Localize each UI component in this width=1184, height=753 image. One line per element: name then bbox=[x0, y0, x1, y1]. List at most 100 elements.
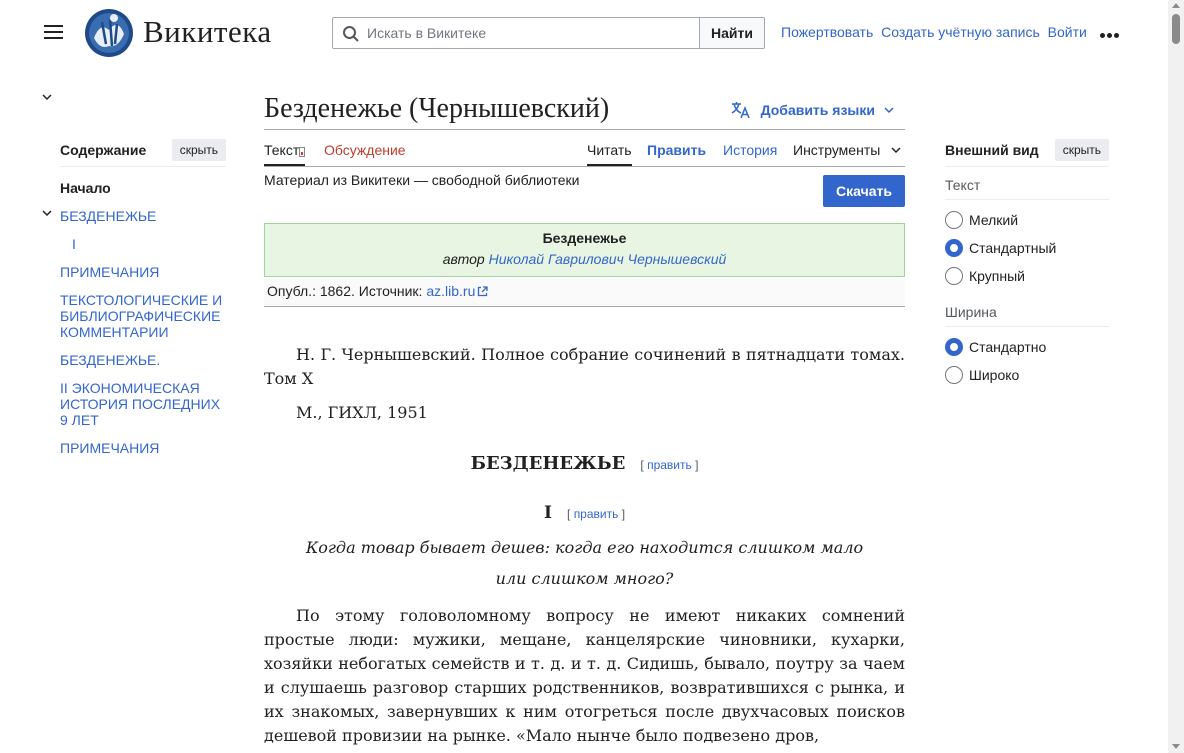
search-field[interactable] bbox=[332, 17, 700, 49]
main-content: Безденежье (Чернышевский) Добавить языки… bbox=[264, 90, 905, 745]
radio-label: Мелкий bbox=[969, 212, 1019, 228]
appearance-header: Внешний вид скрыть bbox=[945, 137, 1109, 167]
toc-item-section-i[interactable]: I bbox=[72, 236, 238, 252]
radio-icon[interactable] bbox=[945, 366, 963, 384]
tab-edit[interactable]: Править bbox=[647, 142, 706, 158]
toc-header: Содержание скрыть bbox=[60, 137, 226, 167]
search-button[interactable]: Найти bbox=[699, 17, 765, 49]
tab-read[interactable]: Читать bbox=[587, 142, 632, 166]
heading-text: БЕЗДЕНЕЖЬЕ bbox=[470, 453, 626, 474]
radio-selected-icon[interactable] bbox=[945, 338, 963, 356]
radio-selected-icon[interactable] bbox=[945, 239, 963, 257]
page-badge-icon bbox=[299, 147, 306, 157]
scroll-up-icon[interactable] bbox=[1172, 3, 1180, 8]
radio-icon[interactable] bbox=[945, 211, 963, 229]
toc-title: Содержание bbox=[60, 141, 147, 158]
page-title: Безденежье (Чернышевский) bbox=[264, 93, 610, 124]
text-size-standard[interactable]: Стандартный bbox=[945, 234, 1109, 262]
work-author: автор Николай Гаврилович Чернышевский bbox=[265, 251, 904, 267]
text-size-options: Мелкий Стандартный Крупный bbox=[945, 206, 1109, 290]
donate-link[interactable]: Пожертвовать bbox=[781, 24, 873, 40]
translate-icon bbox=[731, 102, 750, 119]
create-account-link[interactable]: Создать учётную запись bbox=[881, 24, 1040, 40]
edit-section-link[interactable]: [ править ] bbox=[640, 458, 698, 472]
body-paragraph: По этому головоломному вопросу не имеют … bbox=[264, 606, 905, 745]
work-header-box: Безденежье автор Николай Гаврилович Черн… bbox=[264, 223, 905, 277]
toc-item-bezdenezhye-2[interactable]: БЕЗДЕНЕЖЬЕ. bbox=[60, 352, 226, 368]
login-link[interactable]: Войти bbox=[1048, 24, 1087, 40]
source-link[interactable]: az.lib.ru bbox=[426, 283, 489, 299]
edit-section-link[interactable]: [ править ] bbox=[567, 507, 625, 521]
search-icon bbox=[343, 26, 359, 42]
section-number: I bbox=[543, 503, 552, 523]
menu-icon-bar bbox=[44, 31, 63, 33]
toc-item-economic-history[interactable]: II ЭКОНОМИЧЕСКАЯ ИСТОРИЯ ПОСЛЕДНИХ 9 ЛЕТ bbox=[60, 380, 226, 428]
external-link-icon bbox=[478, 286, 489, 297]
add-languages-button[interactable]: Добавить языки bbox=[731, 101, 905, 119]
width-options: Стандартно Широко bbox=[945, 333, 1109, 389]
menu-icon-bar bbox=[44, 25, 63, 27]
tab-text[interactable]: Текст bbox=[264, 142, 306, 166]
title-row: Безденежье (Чернышевский) Добавить языки bbox=[264, 90, 905, 130]
appearance-title: Внешний вид bbox=[945, 141, 1039, 158]
tab-text-label: Текст bbox=[264, 142, 300, 158]
tab-tools[interactable]: Инструменты bbox=[793, 142, 902, 158]
site-wordmark[interactable]: Викитека bbox=[143, 14, 272, 50]
chevron-down-icon[interactable] bbox=[41, 91, 53, 103]
source-link-label: az.lib.ru bbox=[426, 283, 476, 299]
width-label: Ширина bbox=[945, 298, 1109, 327]
menu-icon-bar bbox=[44, 37, 63, 39]
work-title: Безденежье bbox=[542, 230, 627, 246]
appearance-hide-button[interactable]: скрыть bbox=[1054, 138, 1109, 161]
edit-link-label[interactable]: править bbox=[647, 458, 692, 472]
page-tabs: Текст Обсуждение Читать Править История … bbox=[264, 130, 905, 167]
text-size-small[interactable]: Мелкий bbox=[945, 206, 1109, 234]
toc-hide-button[interactable]: скрыть bbox=[171, 138, 226, 161]
more-options-icon[interactable] bbox=[1100, 25, 1122, 41]
radio-icon[interactable] bbox=[945, 267, 963, 285]
add-languages-label: Добавить языки bbox=[760, 102, 875, 118]
tab-discussion[interactable]: Обсуждение bbox=[324, 142, 406, 158]
toc-item-bezdenezhye[interactable]: БЕЗДЕНЕЖЬЕ bbox=[60, 208, 226, 224]
text-size-large[interactable]: Крупный bbox=[945, 262, 1109, 290]
text-size-label: Текст bbox=[945, 171, 1109, 200]
chevron-down-icon bbox=[891, 147, 901, 154]
publication-line: Опубл.: 1862. Источник: az.lib.ru bbox=[264, 279, 905, 307]
radio-label: Крупный bbox=[969, 268, 1025, 284]
epigraph-line-2: или слишком много? bbox=[495, 569, 674, 588]
toc-item-comments[interactable]: ТЕКСТОЛОГИЧЕСКИЕ И БИБЛИОГРАФИЧЕСКИЕ КОМ… bbox=[60, 292, 226, 340]
radio-label: Стандартный bbox=[969, 240, 1057, 256]
search-input[interactable] bbox=[367, 18, 693, 48]
tab-tools-label: Инструменты bbox=[793, 142, 881, 158]
user-links: Пожертвовать Создать учётную запись Войт… bbox=[781, 24, 1091, 40]
author-prefix: автор bbox=[442, 251, 485, 267]
heading-section-i: I [ править ] bbox=[264, 501, 905, 526]
tab-history[interactable]: История bbox=[723, 142, 777, 158]
source-citation: Н. Г. Чернышевский. Полное собрание сочи… bbox=[264, 345, 905, 388]
epigraph-line-1: Когда товар бывает дешев: когда его нахо… bbox=[305, 538, 864, 557]
author-link[interactable]: Николай Гаврилович Чернышевский bbox=[489, 251, 727, 267]
toc-item-start[interactable]: Начало bbox=[60, 180, 226, 196]
chevron-down-icon[interactable] bbox=[41, 207, 53, 219]
source-publisher: М., ГИХЛ, 1951 bbox=[296, 403, 428, 422]
publication-text: Опубл.: 1862. Источник: bbox=[267, 283, 423, 299]
edit-link-label[interactable]: править bbox=[574, 507, 619, 521]
chevron-down-icon bbox=[884, 107, 894, 114]
appearance-panel: Внешний вид скрыть Текст Мелкий Стандарт… bbox=[945, 137, 1109, 389]
wikisource-logo[interactable] bbox=[84, 8, 134, 58]
page-scrollbar[interactable] bbox=[1168, 0, 1184, 753]
site-header: Викитека Найти Пожертвовать Создать учёт… bbox=[0, 0, 1168, 66]
toc-item-notes-2[interactable]: ПРИМЕЧАНИЯ bbox=[60, 440, 226, 456]
width-standard[interactable]: Стандартно bbox=[945, 333, 1109, 361]
download-button[interactable]: Скачать bbox=[823, 175, 905, 207]
radio-label: Широко bbox=[969, 367, 1020, 383]
main-menu-button[interactable] bbox=[40, 20, 68, 46]
width-wide[interactable]: Широко bbox=[945, 361, 1109, 389]
table-of-contents: Содержание скрыть bbox=[42, 94, 226, 167]
toc-item-notes[interactable]: ПРИМЕЧАНИЯ bbox=[60, 264, 226, 280]
heading-bezdenezhye: БЕЗДЕНЕЖЬЕ [ править ] bbox=[264, 452, 905, 477]
radio-label: Стандартно bbox=[969, 339, 1047, 355]
scroll-thumb[interactable] bbox=[1172, 14, 1180, 44]
site-subtitle: Материал из Викитеки — свободной библиот… bbox=[264, 172, 580, 188]
scroll-down-icon[interactable] bbox=[1172, 744, 1180, 749]
